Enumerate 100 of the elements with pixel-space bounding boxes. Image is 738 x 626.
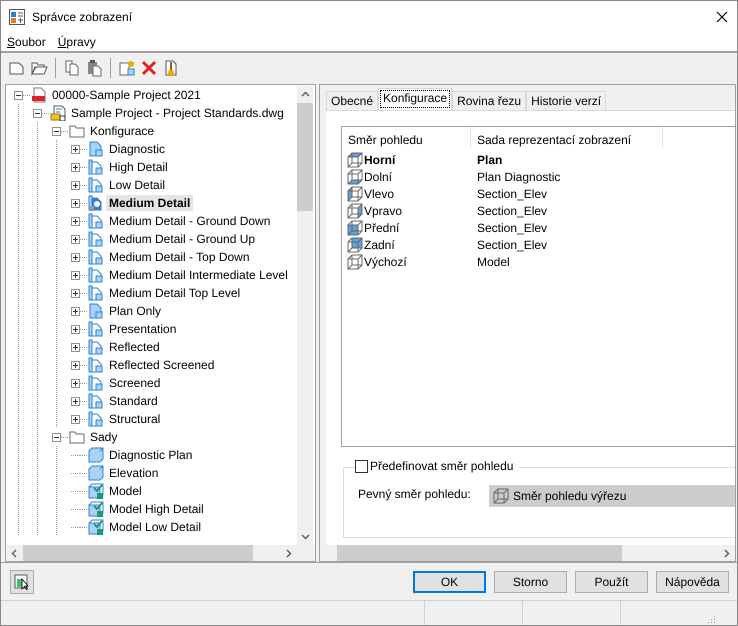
tree-item[interactable]: Medium Detail bbox=[106, 195, 194, 211]
expand-icon[interactable] bbox=[71, 270, 80, 280]
tree-item[interactable]: Elevation bbox=[106, 465, 162, 481]
copy-icon[interactable] bbox=[63, 58, 81, 76]
tab[interactable]: Rovina řezu bbox=[452, 91, 526, 110]
document-icon bbox=[88, 411, 104, 427]
table-cell-text: Plan bbox=[476, 152, 502, 166]
document-icon bbox=[88, 303, 104, 319]
tree-item[interactable]: Model bbox=[106, 483, 145, 499]
tab[interactable]: Obecné bbox=[326, 91, 378, 110]
cube-icon bbox=[88, 465, 104, 481]
resize-grip-icon[interactable] bbox=[706, 614, 716, 624]
expand-icon[interactable] bbox=[71, 360, 80, 370]
tree-item[interactable]: Model High Detail bbox=[106, 501, 207, 517]
dialog-button[interactable]: Použít bbox=[575, 570, 648, 592]
tree-item[interactable]: Diagnostic Plan bbox=[106, 447, 196, 463]
expand-icon[interactable] bbox=[71, 288, 80, 298]
scrollbar-thumb[interactable] bbox=[23, 545, 253, 561]
expand-icon[interactable] bbox=[71, 324, 80, 334]
table-cell-text: Section_Elev bbox=[476, 238, 548, 252]
table-cell[interactable]: Zadní bbox=[364, 238, 395, 252]
tab[interactable]: Historie verzí bbox=[526, 91, 606, 110]
table-cell[interactable]: Vlevo bbox=[364, 186, 394, 200]
view-direction-field[interactable]: Směr pohledu výřezu bbox=[489, 485, 735, 507]
table-cell-text: Section_Elev bbox=[476, 220, 548, 234]
close-icon[interactable] bbox=[716, 10, 728, 22]
scroll-left-icon[interactable] bbox=[10, 549, 19, 558]
tree-item[interactable]: Medium Detail - Top Down bbox=[106, 249, 253, 265]
expand-icon[interactable] bbox=[71, 234, 80, 244]
document-icon bbox=[88, 231, 104, 247]
cube-check-icon bbox=[88, 483, 104, 499]
tree-item[interactable]: Reflected Screened bbox=[106, 357, 218, 373]
collapse-icon[interactable] bbox=[52, 126, 61, 136]
new-item-icon[interactable] bbox=[118, 58, 136, 76]
window-cursor-button[interactable] bbox=[10, 570, 34, 594]
cube-check-icon bbox=[88, 501, 104, 517]
table-cell[interactable]: Horní bbox=[364, 152, 396, 166]
scroll-down-icon[interactable] bbox=[301, 532, 310, 541]
checkbox[interactable] bbox=[355, 460, 368, 472]
dialog-button[interactable]: Nápověda bbox=[656, 570, 729, 592]
collapse-icon[interactable] bbox=[14, 90, 23, 100]
tree-item[interactable]: Presentation bbox=[106, 321, 180, 337]
tree-item[interactable]: Screened bbox=[106, 375, 164, 391]
menu-item[interactable]: Úpravy bbox=[52, 34, 102, 48]
paste-icon[interactable] bbox=[85, 58, 103, 76]
expand-icon[interactable] bbox=[71, 306, 80, 316]
horizontal-scrollbar[interactable] bbox=[6, 545, 315, 561]
expand-icon[interactable] bbox=[71, 180, 80, 190]
tree-item[interactable]: Sady bbox=[87, 429, 120, 445]
document-icon bbox=[88, 177, 104, 193]
collapse-icon[interactable] bbox=[52, 432, 61, 442]
collapse-icon[interactable] bbox=[33, 108, 42, 118]
column-header[interactable]: Sada reprezentací zobrazení bbox=[471, 127, 663, 149]
tree-item[interactable]: High Detail bbox=[106, 159, 171, 175]
scroll-right-icon[interactable] bbox=[284, 549, 293, 558]
table-cell[interactable]: Výchozí bbox=[364, 254, 407, 268]
delete-icon[interactable] bbox=[140, 58, 158, 76]
tree-item[interactable]: Reflected bbox=[106, 339, 163, 355]
tree-item[interactable]: 00000-Sample Project 2021 bbox=[49, 87, 204, 103]
window-title: Správce zobrazení bbox=[32, 10, 134, 24]
menu-item[interactable]: Soubor bbox=[1, 34, 52, 48]
expand-icon[interactable] bbox=[71, 162, 80, 172]
tree-item[interactable]: Plan Only bbox=[106, 303, 164, 319]
tree-item[interactable]: Medium Detail Intermediate Level bbox=[106, 267, 291, 283]
tree-item[interactable]: Medium Detail - Ground Down bbox=[106, 213, 274, 229]
tree-item[interactable]: Medium Detail - Ground Up bbox=[106, 231, 258, 247]
tab[interactable]: Konfigurace bbox=[378, 88, 452, 110]
tree-item[interactable]: Konfigurace bbox=[87, 123, 158, 139]
tree-item[interactable]: Sample Project - Project Standards.dwg bbox=[68, 105, 287, 121]
scrollbar-thumb[interactable] bbox=[337, 545, 622, 561]
tree-item[interactable]: Standard bbox=[106, 393, 161, 409]
project-file-icon bbox=[31, 87, 47, 103]
tree-item[interactable]: Diagnostic bbox=[106, 141, 168, 157]
column-header[interactable]: Směr pohledu bbox=[342, 127, 471, 149]
dialog-button[interactable]: OK bbox=[413, 570, 486, 592]
expand-icon[interactable] bbox=[71, 252, 80, 262]
scroll-up-icon[interactable] bbox=[301, 90, 310, 99]
table-cell[interactable]: Vpravo bbox=[364, 204, 402, 218]
expand-icon[interactable] bbox=[71, 414, 80, 424]
expand-icon[interactable] bbox=[71, 396, 80, 406]
expand-icon[interactable] bbox=[71, 144, 80, 154]
document-icon bbox=[88, 393, 104, 409]
expand-icon[interactable] bbox=[71, 378, 80, 388]
tree-item[interactable]: Structural bbox=[106, 411, 164, 427]
expand-icon[interactable] bbox=[71, 198, 80, 208]
tree-item[interactable]: Model Low Detail bbox=[106, 519, 204, 535]
expand-icon[interactable] bbox=[71, 216, 80, 226]
tree-item[interactable]: Medium Detail Top Level bbox=[106, 285, 244, 301]
document-icon bbox=[88, 375, 104, 391]
scroll-right-icon[interactable] bbox=[722, 549, 731, 558]
vertical-scrollbar[interactable] bbox=[297, 86, 313, 545]
dialog-button[interactable]: Storno bbox=[494, 570, 567, 592]
cube-icon bbox=[88, 447, 104, 463]
document-icon bbox=[88, 159, 104, 175]
table-cell[interactable]: Přední bbox=[364, 220, 400, 234]
table-cell-text: Section_Elev bbox=[476, 186, 548, 200]
tree-item[interactable]: Low Detail bbox=[106, 177, 168, 193]
scrollbar-thumb[interactable] bbox=[297, 103, 313, 211]
table-cell[interactable]: Dolní bbox=[364, 170, 392, 184]
expand-icon[interactable] bbox=[71, 342, 80, 352]
